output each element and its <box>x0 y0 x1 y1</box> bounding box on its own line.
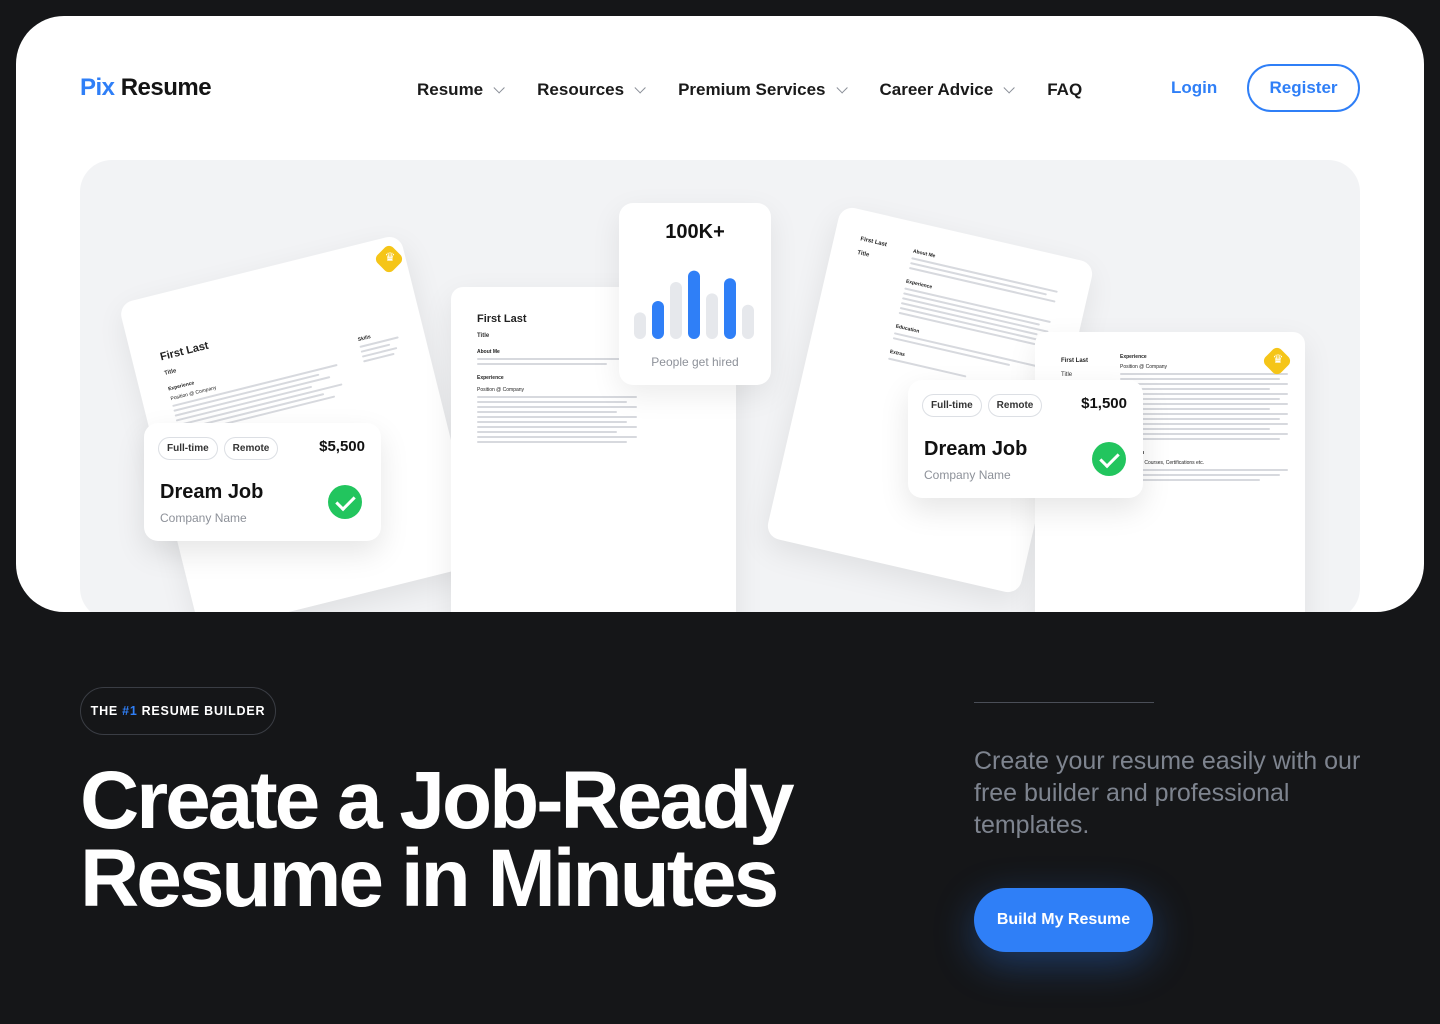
nav-label: FAQ <box>1047 80 1083 99</box>
stat-value: 100K+ <box>665 221 725 243</box>
job-tag: Full-time <box>922 394 982 417</box>
divider <box>974 702 1154 703</box>
register-button[interactable]: Register <box>1247 64 1360 112</box>
bar-chart <box>634 270 754 339</box>
text-line <box>1120 413 1288 415</box>
text-line <box>1120 393 1288 395</box>
stat-caption: People get hired <box>651 355 739 369</box>
hires-stat-card: 100K+ People get hired <box>619 203 771 385</box>
text-line <box>477 411 617 413</box>
job-salary: $1,500 <box>1081 395 1127 412</box>
stat-bar <box>706 293 718 339</box>
headline-line-1: Create a Job-Ready <box>80 755 795 846</box>
stat-bar <box>724 278 736 339</box>
text-line <box>1120 378 1280 380</box>
top-card: Pix Resume Resume Resources Premium Serv… <box>16 16 1424 612</box>
badge-text: RESUME BUILDER <box>141 704 266 718</box>
resume-position: Position @ Company <box>477 387 525 393</box>
stat-bar <box>652 301 664 339</box>
text-line <box>1120 373 1288 375</box>
nav-label: Resume <box>417 80 484 99</box>
nav-label: Premium Services <box>678 80 826 99</box>
stat-bar <box>670 282 682 339</box>
text-line <box>1120 398 1280 400</box>
stat-bar <box>742 304 754 339</box>
hero-illustration: First Last Title Experience Position @ C… <box>80 160 1360 612</box>
job-tag: Full-time <box>158 437 218 460</box>
resume-edu-line: University, Courses, Certifications etc. <box>1120 460 1205 466</box>
logo[interactable]: Pix Resume <box>80 74 212 102</box>
text-line <box>477 426 637 428</box>
logo-resume: Resume <box>120 74 212 101</box>
nav-item-career-advice[interactable]: Career Advice <box>879 78 1015 102</box>
text-line <box>1120 474 1280 476</box>
badge-text: THE <box>90 704 119 718</box>
text-line <box>477 406 637 408</box>
nav-item-resume[interactable]: Resume <box>417 78 505 102</box>
text-line <box>1120 438 1280 440</box>
text-line <box>477 358 637 360</box>
chevron-down-icon <box>835 82 848 94</box>
job-card-right: Full-time Remote $1,500 Dream Job Company… <box>908 380 1143 498</box>
text-line <box>1120 383 1288 385</box>
text-line <box>477 431 617 433</box>
text-line <box>1120 418 1280 420</box>
chevron-down-icon <box>1003 82 1015 94</box>
hero-badge: THE #1 RESUME BUILDER <box>80 687 276 735</box>
logo-pix: Pix <box>80 74 115 101</box>
text-line <box>477 441 627 443</box>
check-icon <box>1092 442 1126 476</box>
text-line <box>1120 469 1288 471</box>
text-line <box>477 421 627 423</box>
job-card-left: Full-time Remote $5,500 Dream Job Company… <box>144 423 381 541</box>
job-tag: Remote <box>987 394 1043 417</box>
job-title: Dream Job <box>160 481 264 503</box>
text-line <box>477 363 607 365</box>
text-line <box>477 436 637 438</box>
login-link[interactable]: Login <box>1171 78 1217 98</box>
text-line <box>1120 433 1288 435</box>
text-line <box>477 401 627 403</box>
job-salary: $5,500 <box>319 438 365 455</box>
chevron-down-icon <box>493 82 505 94</box>
text-line <box>1120 423 1288 425</box>
nav-label: Career Advice <box>879 80 994 99</box>
hero-subtext: Create your resume easily with our free … <box>974 747 1361 839</box>
nav-label: Resources <box>537 80 625 99</box>
text-line <box>477 416 637 418</box>
job-title: Dream Job <box>924 438 1028 460</box>
nav-item-premium-services[interactable]: Premium Services <box>678 78 848 102</box>
text-line <box>1120 403 1288 405</box>
stat-bar <box>688 270 700 339</box>
resume-section: Education <box>1120 450 1290 456</box>
badge-highlight: #1 <box>122 704 138 718</box>
page-title: Create a Job-Ready Resume in Minutes <box>80 755 900 924</box>
nav-item-faq[interactable]: FAQ <box>1047 78 1082 102</box>
job-company: Company Name <box>160 511 247 525</box>
job-company: Company Name <box>924 468 1011 482</box>
text-line <box>893 332 1041 368</box>
text-line <box>477 396 637 398</box>
build-resume-button[interactable]: Build My Resume <box>974 888 1153 952</box>
chevron-down-icon <box>634 82 646 94</box>
main-nav: Resume Resources Premium Services Career… <box>417 78 1082 102</box>
job-tag: Remote <box>223 437 279 460</box>
nav-item-resources[interactable]: Resources <box>537 78 646 102</box>
check-icon <box>328 485 362 519</box>
stat-bar <box>634 312 646 339</box>
headline-line-2: Resume in Minutes <box>80 833 779 924</box>
